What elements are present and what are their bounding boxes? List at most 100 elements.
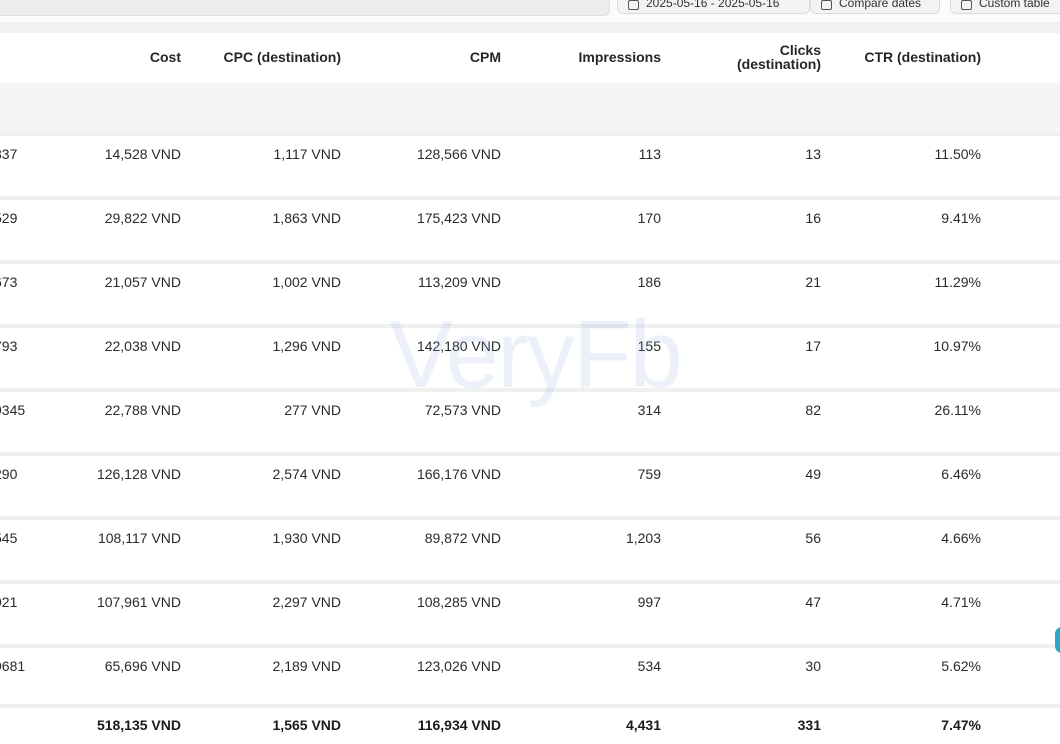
cell-cpc: 2,574 VND (272, 466, 341, 482)
date-range-label: 2025-05-16 - 2025-05-16 (646, 0, 780, 10)
summary-band (0, 83, 1060, 137)
cell-cpm: 89,872 VND (424, 530, 501, 546)
cell-clicks: 47 (805, 594, 821, 610)
cell-cost: 107,961 VND (96, 594, 181, 610)
cell-impressions: 186 (637, 274, 661, 290)
total-cpm: 116,934 VND (417, 717, 501, 733)
cell-clicks: 56 (805, 530, 821, 546)
total-cost: 518,135 VND (96, 717, 181, 733)
cell-cost: 14,528 VND (104, 146, 181, 162)
total-ctr: 7.47% (941, 717, 981, 733)
table-row[interactable]: 793 22,038 VND 1,296 VND 142,180 VND 155 17 10… (0, 324, 1060, 388)
row-id: 545 (0, 530, 18, 546)
cell-clicks: 49 (805, 466, 821, 482)
table-row[interactable]: 673 21,057 VND 1,002 VND 113,209 VND 186 21 11… (0, 260, 1060, 324)
row-id: 290 (0, 466, 18, 482)
row-id: 9345 (0, 402, 26, 418)
compare-dates-label: Compare dates (839, 0, 922, 10)
cell-clicks: 82 (805, 402, 821, 418)
column-header-cpm[interactable]: CPM (360, 33, 501, 80)
custom-table-button[interactable]: Custom table (950, 0, 1060, 14)
cell-cost: 108,117 VND (97, 530, 181, 546)
row-id: 529 (0, 210, 18, 226)
cell-cost: 21,057 VND (104, 274, 181, 290)
cell-cpc: 2,297 VND (272, 594, 341, 610)
row-id: 337 (0, 146, 18, 162)
help-bubble-icon[interactable] (1055, 627, 1060, 653)
cell-ctr: 26.11% (934, 402, 981, 418)
cell-clicks: 30 (805, 658, 821, 674)
cell-cpc: 1,117 VND (273, 146, 341, 162)
table-row[interactable]: 9345 22,788 VND 277 VND 72,573 VND 314 82 26.1… (0, 388, 1060, 452)
custom-table-label: Custom table (979, 0, 1050, 10)
table-header: Cost CPC (destination) CPM Impressions C… (0, 33, 1060, 80)
cell-ctr: 5.62% (941, 658, 981, 674)
compare-dates-button[interactable]: Compare dates (810, 0, 940, 14)
cell-cost: 22,788 VND (104, 402, 181, 418)
cell-ctr: 10.97% (933, 338, 981, 354)
cell-clicks: 16 (805, 210, 821, 226)
cell-ctr: 4.66% (941, 530, 981, 546)
calendar-icon (628, 0, 639, 10)
cell-cpc: 277 VND (284, 402, 341, 418)
cell-impressions: 997 (637, 594, 661, 610)
cell-cpm: 175,423 VND (416, 210, 501, 226)
toolbar: 2025-05-16 - 2025-05-16 Compare dates Cu… (0, 0, 1060, 22)
table-row[interactable]: 290 126,128 VND 2,574 VND 166,176 VND 759 49 6… (0, 452, 1060, 516)
cell-cpm: 128,566 VND (416, 146, 501, 162)
row-id: 673 (0, 274, 18, 290)
cell-impressions: 534 (637, 658, 661, 674)
cell-cpc: 1,863 VND (272, 210, 341, 226)
cell-ctr: 11.50% (934, 146, 981, 162)
table-row[interactable]: 921 107,961 VND 2,297 VND 108,285 VND 997 47 4… (0, 580, 1060, 644)
total-impressions: 4,431 (625, 717, 661, 733)
cell-cost: 65,696 VND (104, 658, 181, 674)
cell-ctr: 11.29% (934, 274, 981, 290)
cell-clicks: 21 (805, 274, 821, 290)
cell-cost: 29,822 VND (104, 210, 181, 226)
cell-clicks: 17 (805, 338, 821, 354)
cell-impressions: 1,203 (625, 530, 661, 546)
cell-cpm: 72,573 VND (424, 402, 501, 418)
cell-cpm: 108,285 VND (416, 594, 501, 610)
filter-search-box[interactable] (0, 0, 610, 16)
total-cpc: 1,565 VND (272, 717, 341, 733)
cell-cost: 126,128 VND (96, 466, 181, 482)
cell-impressions: 759 (637, 466, 661, 482)
column-header-cost[interactable]: Cost (60, 33, 181, 80)
cell-ctr: 9.41% (941, 210, 981, 226)
cell-ctr: 6.46% (941, 466, 981, 482)
cell-impressions: 113 (638, 146, 661, 162)
table-icon (961, 0, 972, 10)
cell-cpc: 1,296 VND (272, 338, 341, 354)
cell-cpc: 1,930 VND (272, 530, 341, 546)
cell-ctr: 4.71% (941, 594, 981, 610)
compare-icon (821, 0, 832, 10)
cell-cpm: 113,209 VND (417, 274, 501, 290)
table-row[interactable]: 545 108,117 VND 1,930 VND 89,872 VND 1,203 56… (0, 516, 1060, 580)
cell-cost: 22,038 VND (104, 338, 181, 354)
totals-row: 518,135 VND 1,565 VND 116,934 VND 4,431 … (0, 704, 1060, 744)
table-row[interactable]: 9681 65,696 VND 2,189 VND 123,026 VND 534 30 5… (0, 644, 1060, 708)
cell-cpm: 123,026 VND (416, 658, 501, 674)
cell-impressions: 155 (637, 338, 661, 354)
column-header-ctr[interactable]: CTR (destination) (840, 33, 981, 80)
table-row[interactable]: 529 29,822 VND 1,863 VND 175,423 VND 170 16 9.… (0, 196, 1060, 260)
row-id: 921 (0, 594, 18, 610)
column-header-cpc[interactable]: CPC (destination) (200, 33, 341, 80)
cell-impressions: 314 (637, 402, 661, 418)
table-row[interactable]: 337 14,528 VND 1,117 VND 128,566 VND 113 13 11… (0, 132, 1060, 196)
cell-clicks: 13 (805, 146, 821, 162)
date-range-button[interactable]: 2025-05-16 - 2025-05-16 (617, 0, 810, 14)
row-id: 9681 (0, 658, 26, 674)
cell-cpc: 1,002 VND (272, 274, 341, 290)
cell-cpm: 142,180 VND (416, 338, 501, 354)
data-table: Cost CPC (destination) CPM Impressions C… (0, 33, 1060, 744)
cell-cpc: 2,189 VND (272, 658, 341, 674)
cell-impressions: 170 (637, 210, 661, 226)
column-header-clicks[interactable]: Clicks (destination) (680, 33, 821, 80)
row-id: 793 (0, 338, 18, 354)
total-clicks: 331 (797, 717, 821, 733)
column-header-impressions[interactable]: Impressions (520, 33, 661, 80)
cell-cpm: 166,176 VND (416, 466, 501, 482)
